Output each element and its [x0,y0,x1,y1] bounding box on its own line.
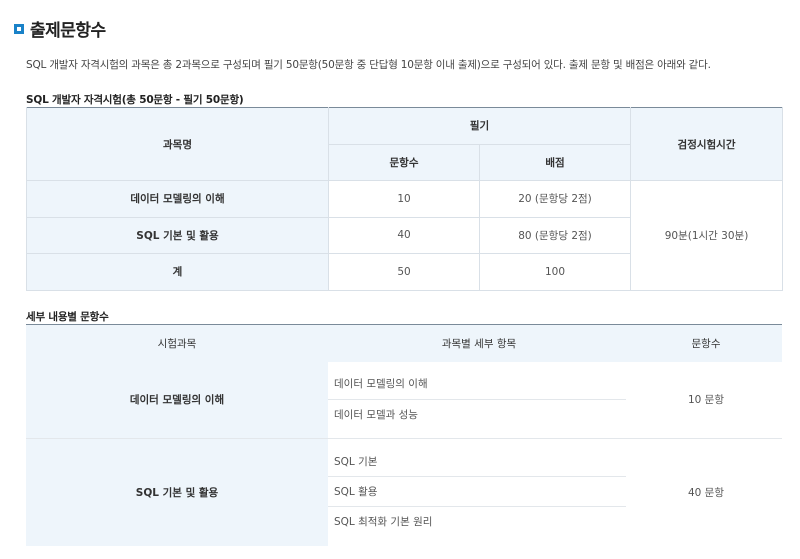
group-subject: 데이터 모델링의 이해 [26,361,328,439]
header-points: 배점 [478,143,632,181]
page-title-text: 출제문항수 [30,21,106,41]
row-questions: 10 [328,180,480,218]
table-row: SQL 기본 및 활용 SQL 기본 SQL 활용 SQL 최적화 기본 원리 … [26,438,782,546]
header-exam-subject: 시험과목 [26,324,328,362]
header-written: 필기 [327,107,632,145]
group-items: 데이터 모델링의 이해 데이터 모델과 성능 [328,361,630,439]
row-points: 20 (문항당 2점) [478,180,632,218]
list-item: SQL 활용 [328,477,626,508]
row-points: 100 [478,253,632,291]
square-bullet-icon [14,23,24,34]
list-item: 데이터 모델과 성능 [334,408,418,421]
row-questions: 40 [328,216,480,254]
row-questions: 50 [328,253,480,291]
group-count: 40 문항 [687,486,725,499]
page-title: 출제문항수 [14,16,106,41]
detail-table: 시험과목 과목별 세부 항목 문항수 데이터 모델링의 이해 데이터 모델링의 … [26,324,782,546]
group-count: 10 문항 [630,361,782,439]
header-count: 문항수 [630,324,782,362]
table-row: 데이터 모델링의 이해 10 20 (문항당 2점) 90분(1시간 30분) [26,180,784,291]
table2-caption: 세부 내용별 문항수 [26,311,109,323]
list-item: SQL 기본 [328,447,626,478]
intro-text: SQL 개발자 자격시험의 과목은 총 2과목으로 구성되며 필기 50문항(5… [26,59,711,71]
row-subject: 계 [26,253,329,291]
row-subject: 데이터 모델링의 이해 [26,180,329,218]
row-points: 80 (문항당 2점) [478,216,632,254]
header-time: 검정시험시간 [630,107,784,181]
group-subject: SQL 기본 및 활용 [26,438,328,546]
row-subject: SQL 기본 및 활용 [26,216,329,254]
table-row: 데이터 모델링의 이해 데이터 모델링의 이해 데이터 모델과 성능 10 문항 [26,361,782,439]
list-item: 데이터 모델링의 이해 [328,369,626,400]
exam-time: 90분(1시간 30분) [630,180,784,291]
group-items: SQL 기본 SQL 활용 SQL 최적화 기본 원리 [328,439,630,546]
table1-caption: SQL 개발자 자격시험(총 50문항 - 필기 50문항) [26,94,244,106]
list-item: SQL 최적화 기본 원리 [334,516,433,529]
exam-score-table: 과목명 필기 검정시험시간 문항수 배점 데이터 모델링의 이해 10 20 (… [26,107,784,291]
header-questions: 문항수 [328,143,480,181]
header-subject: 과목명 [26,107,329,181]
header-details: 과목별 세부 항목 [328,324,630,362]
